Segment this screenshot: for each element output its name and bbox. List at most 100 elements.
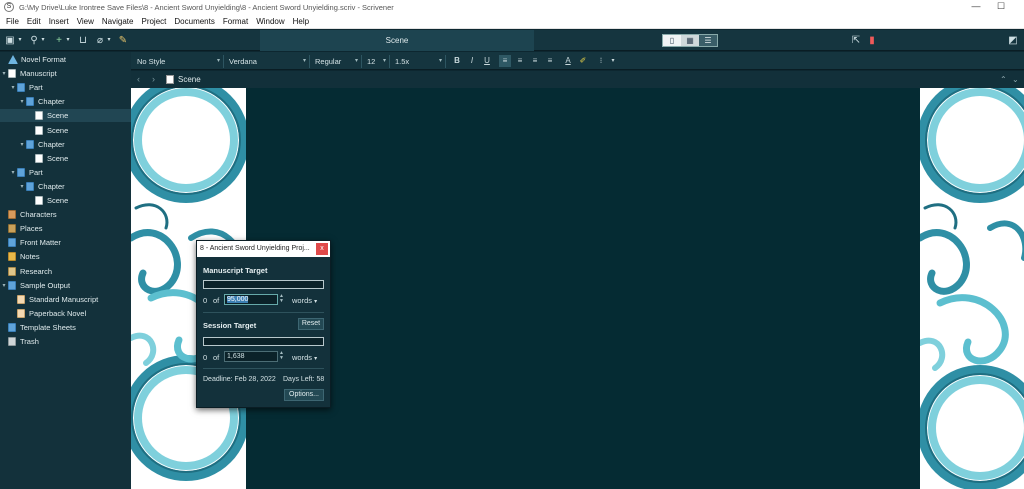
link-chevron-icon[interactable]: ▾ <box>105 34 113 47</box>
binder-item-label: Scene <box>47 196 69 205</box>
menu-navigate[interactable]: Navigate <box>98 14 138 29</box>
outline-view-icon[interactable]: ☰ <box>699 35 717 46</box>
binder-item[interactable]: Scene <box>0 124 131 137</box>
session-target-input[interactable]: 1,638 <box>224 351 278 362</box>
minimize-icon[interactable]: — <box>964 0 988 14</box>
align-center-icon[interactable]: ≡ <box>514 55 526 67</box>
manuscript-target-input[interactable]: 95,000 <box>224 294 278 305</box>
binder-item[interactable]: ▾ Chapter <box>0 138 131 151</box>
line-spacing-value: 1.5x <box>395 57 410 66</box>
binder-toggle-icon[interactable]: ▣ <box>3 34 17 47</box>
menu-window[interactable]: Window <box>252 14 288 29</box>
inspector-toggle-icon[interactable]: ◩ <box>1007 34 1019 47</box>
previous-document-chevron-icon[interactable]: ⌃ <box>1000 73 1007 86</box>
line-spacing-select[interactable]: 1.5x ▾ <box>392 55 446 68</box>
binder-item[interactable]: Scene <box>0 152 131 165</box>
page-document-icon <box>35 153 43 163</box>
binder-item[interactable]: Front Matter <box>0 236 131 249</box>
binder-item[interactable]: ▾ Sample Output <box>0 279 131 292</box>
italic-button[interactable]: I <box>466 55 478 67</box>
binder-item[interactable]: ▾ Part <box>0 166 131 179</box>
binder-item[interactable]: Research <box>0 265 131 278</box>
disclosure-triangle-icon[interactable]: ▾ <box>0 70 8 77</box>
binder-item[interactable]: Scene <box>0 194 131 207</box>
back-chevron-icon[interactable]: ‹ <box>137 73 140 86</box>
menu-insert[interactable]: Insert <box>45 14 73 29</box>
font-weight-select[interactable]: Regular ▾ <box>312 55 362 68</box>
manuscript-unit-select[interactable]: words ▾ <box>292 296 317 305</box>
menu-help[interactable]: Help <box>289 14 313 29</box>
disclosure-triangle-icon[interactable]: ▾ <box>18 183 26 190</box>
list-bullets-icon[interactable]: ⁝ <box>595 55 607 67</box>
menu-project[interactable]: Project <box>137 14 170 29</box>
paragraph-style-select[interactable]: No Style ▾ <box>134 55 224 68</box>
disclosure-triangle-icon[interactable]: ▾ <box>9 84 17 91</box>
binder-item[interactable]: ▾ Chapter <box>0 180 131 193</box>
scrivenings-view-icon[interactable]: ▯ <box>663 35 681 46</box>
binder-item[interactable]: ▾ Part <box>0 81 131 94</box>
binder-item[interactable]: Template Sheets <box>0 321 131 334</box>
add-chevron-icon[interactable]: ▾ <box>64 34 72 47</box>
font-family-select[interactable]: Verdana ▾ <box>226 55 310 68</box>
options-button[interactable]: Options... <box>284 389 324 401</box>
next-document-chevron-icon[interactable]: ⌄ <box>1012 73 1019 86</box>
trash-icon[interactable]: ⊔ <box>77 34 89 47</box>
text-color-button[interactable]: A <box>562 55 574 67</box>
font-size-select[interactable]: 12 ▾ <box>364 55 390 68</box>
binder-item[interactable]: ▾ Chapter <box>0 95 131 108</box>
bookmark-icon[interactable]: ▮ <box>866 34 878 47</box>
search-chevron-icon[interactable]: ▾ <box>39 34 47 47</box>
binder-item[interactable]: Standard Manuscript <box>0 293 131 306</box>
corkboard-view-icon[interactable]: ▦ <box>681 35 699 46</box>
align-right-icon[interactable]: ≡ <box>529 55 541 67</box>
disclosure-triangle-icon[interactable]: ▾ <box>18 98 26 105</box>
list-chevron-icon[interactable]: ▾ <box>607 55 619 67</box>
menu-documents[interactable]: Documents <box>170 14 218 29</box>
binder-item[interactable]: Paperback Novel <box>0 307 131 320</box>
binder-item-label: Trash <box>20 337 39 346</box>
binder-item[interactable]: Trash <box>0 335 131 348</box>
folder-document-icon <box>8 252 16 262</box>
document-page[interactable] <box>246 88 920 489</box>
font-family-value: Verdana <box>229 57 257 66</box>
binder-item[interactable]: Novel Format <box>0 53 131 66</box>
binder-menu-chevron-icon[interactable]: ▾ <box>16 34 24 47</box>
binder-item[interactable]: Notes <box>0 250 131 263</box>
session-target-stepper[interactable]: ▲ ▼ <box>278 351 285 362</box>
align-justify-icon[interactable]: ≡ <box>544 55 556 67</box>
menu-edit[interactable]: Edit <box>23 14 45 29</box>
forward-chevron-icon[interactable]: › <box>152 73 155 86</box>
binder-item[interactable]: Characters <box>0 208 131 221</box>
editor-header-bar: ‹ › Scene ⌃ ⌄ <box>131 71 1024 88</box>
binder-item-label: Paperback Novel <box>29 308 87 318</box>
document-icon <box>166 75 174 84</box>
disclosure-triangle-icon[interactable]: ▾ <box>18 141 26 148</box>
binder-item[interactable]: Scene <box>0 109 131 123</box>
align-left-icon[interactable]: ≡ <box>499 55 511 67</box>
disclosure-triangle-icon[interactable]: ▾ <box>9 169 17 176</box>
menu-file[interactable]: File <box>2 14 23 29</box>
binder-item[interactable]: Places <box>0 222 131 235</box>
menu-view[interactable]: View <box>73 14 98 29</box>
binder-item[interactable]: ▾ Manuscript <box>0 67 131 80</box>
bold-button[interactable]: B <box>451 55 463 67</box>
manuscript-target-value: 95,000 <box>227 296 249 303</box>
session-word-count: 0 <box>203 353 208 362</box>
manuscript-unit-value: words <box>292 296 313 305</box>
reset-button[interactable]: Reset <box>298 318 324 330</box>
share-icon[interactable]: ⇱ <box>850 34 862 47</box>
compose-icon[interactable]: ✎ <box>117 34 129 47</box>
right-background-wave-pattern <box>920 88 1024 489</box>
underline-button[interactable]: U <box>481 55 493 67</box>
format-bar: No Style ▾ Verdana ▾ Regular ▾ 12 ▾ 1.5x ▾ B … <box>131 52 1024 70</box>
manuscript-target-stepper[interactable]: ▲ ▼ <box>278 294 285 305</box>
highlight-icon[interactable]: ✐ <box>577 55 589 67</box>
binder-item-label: Part <box>29 83 43 93</box>
menu-format[interactable]: Format <box>219 14 252 29</box>
close-icon[interactable]: x <box>316 243 328 255</box>
header-document-title[interactable]: Scene <box>178 74 201 85</box>
disclosure-triangle-icon[interactable]: ▾ <box>0 282 8 289</box>
dialog-title[interactable]: 8 - Ancient Sword Unyielding Proj... <box>197 241 330 257</box>
maximize-icon[interactable]: ☐ <box>989 0 1013 14</box>
session-unit-select[interactable]: words ▾ <box>292 353 317 362</box>
